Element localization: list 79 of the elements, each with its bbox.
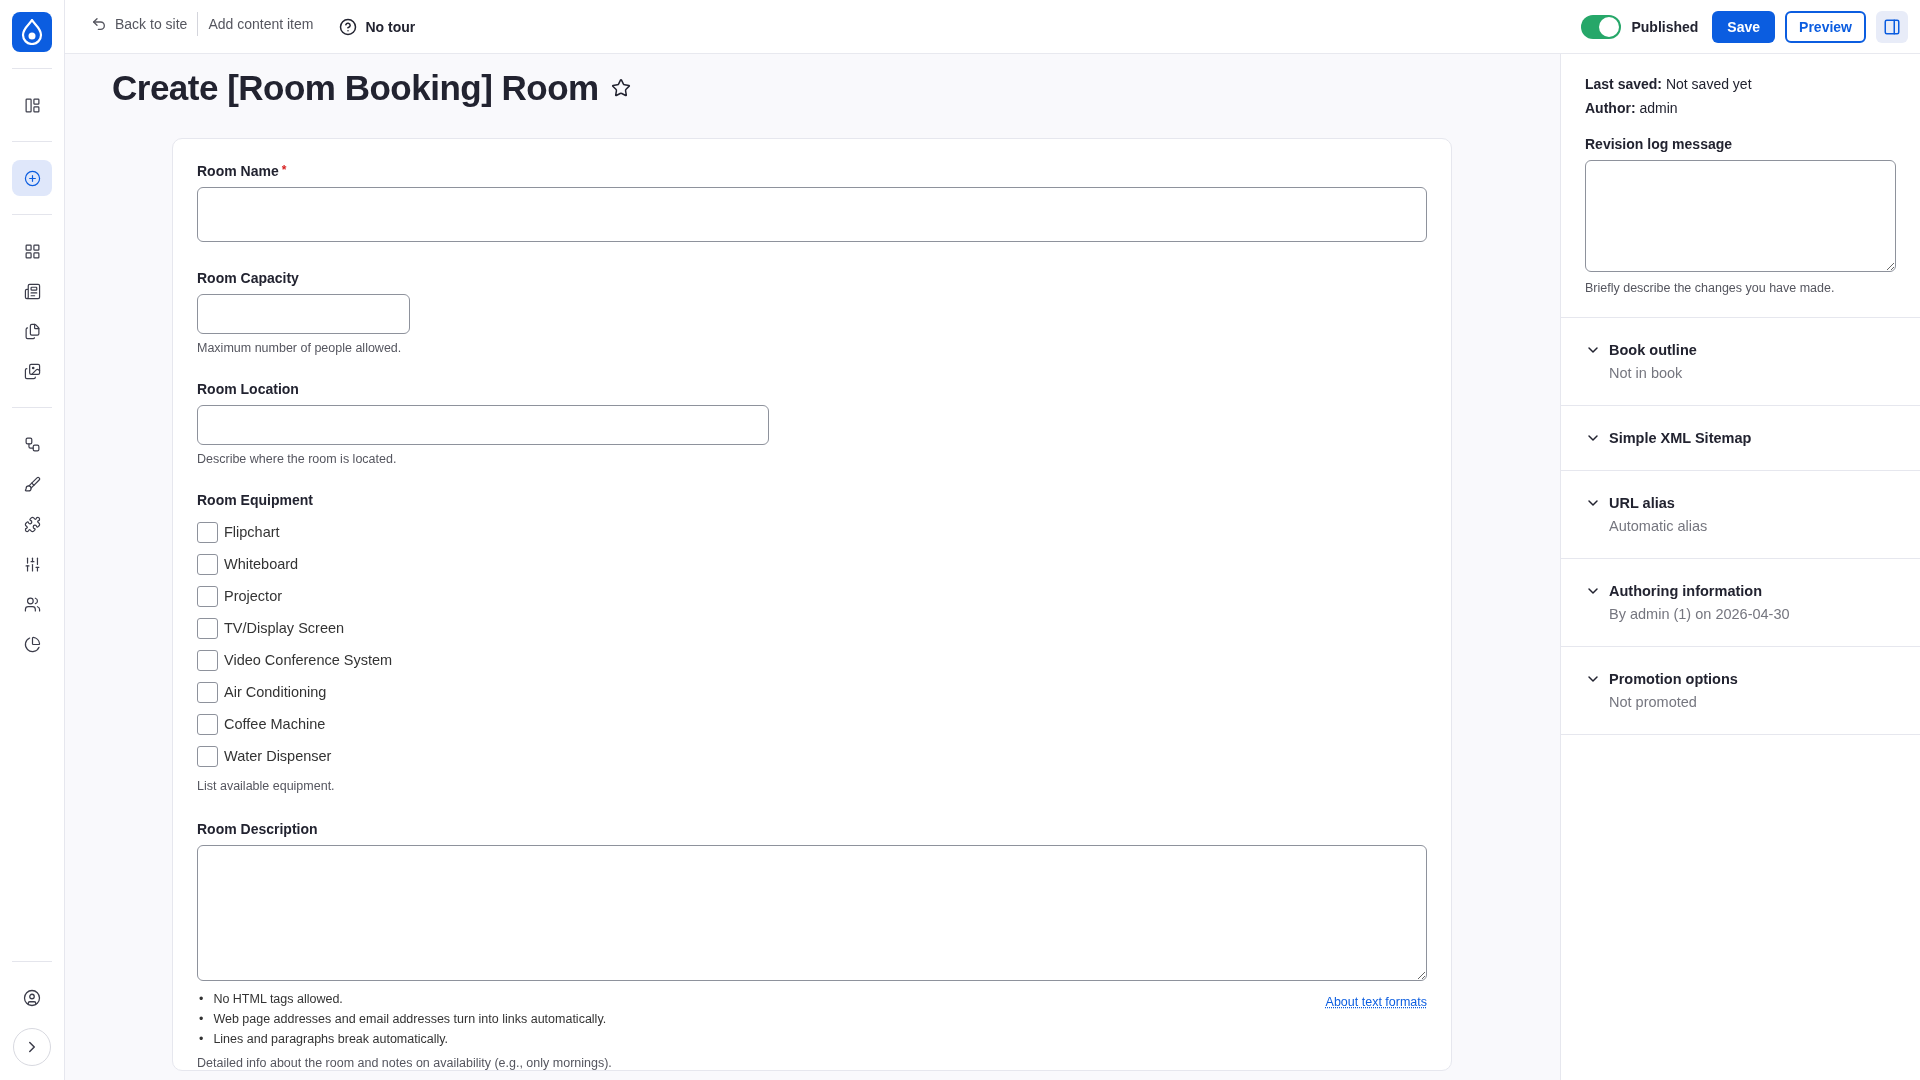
section-summary: Not promoted — [1609, 694, 1698, 710]
back-link[interactable]: Back to site — [81, 15, 198, 32]
checkbox-label: Whiteboard — [224, 556, 299, 572]
field-label: Revision log message — [1585, 136, 1734, 152]
text-formats-link[interactable]: About text formats — [1325, 995, 1427, 1009]
tour-button[interactable]: No tour — [333, 16, 422, 37]
users-icon — [23, 595, 41, 613]
format-tip: Lines and paragraphs break automatically. — [213, 1031, 449, 1048]
section-header[interactable]: Promotion options — [1585, 671, 1738, 687]
field-description: Briefly describe the changes you have made. — [1585, 281, 1836, 295]
logo-icon[interactable] — [12, 12, 52, 52]
save-button[interactable]: Save — [1712, 10, 1776, 43]
section-summary: Automatic alias — [1609, 518, 1709, 534]
published-label: Published — [1631, 18, 1699, 35]
breadcrumb-link[interactable]: Add content item — [198, 15, 324, 32]
last-saved-text: Last saved: Not saved yet — [1585, 76, 1753, 92]
required-marker: * — [281, 163, 287, 179]
bullet-mark: • — [199, 1031, 204, 1048]
star-icon[interactable] — [610, 78, 631, 98]
checkbox[interactable] — [197, 649, 218, 671]
section-header[interactable]: Simple XML Sitemap — [1585, 430, 1752, 446]
revision-log-input[interactable] — [1585, 160, 1896, 272]
back-arrow-icon — [91, 15, 107, 32]
bullet-mark: • — [199, 1011, 204, 1028]
field-label: Room Description — [197, 821, 318, 837]
format-tip: No HTML tags allowed. — [213, 991, 343, 1008]
published-toggle[interactable] — [1581, 14, 1622, 39]
textarea-input[interactable] — [197, 845, 1427, 981]
panel-icon — [1883, 17, 1901, 36]
sidebar-item[interactable] — [12, 160, 52, 196]
pages-icon — [23, 322, 41, 340]
text-input[interactable] — [197, 187, 1427, 242]
field-description: Maximum number of people allowed. — [197, 341, 403, 355]
field-label: Room Equipment — [197, 492, 313, 508]
add-icon — [23, 169, 41, 187]
section-summary: By admin (1) on 2026-04-30 — [1609, 606, 1791, 622]
checkbox[interactable] — [197, 617, 218, 639]
puzzle-icon — [23, 515, 41, 533]
list-icon — [23, 282, 41, 300]
section-header[interactable]: URL alias — [1585, 495, 1675, 511]
section-header[interactable]: Book outline — [1585, 342, 1697, 358]
image-icon — [23, 362, 41, 380]
checkbox[interactable] — [197, 713, 218, 735]
structure-icon — [23, 435, 41, 453]
section-header[interactable]: Authoring information — [1585, 583, 1763, 599]
pie-chart-icon — [23, 635, 41, 653]
checkbox-label: Water Dispenser — [224, 748, 332, 764]
text-input[interactable] — [197, 294, 410, 334]
page-title: Create [Room Booking] Room — [112, 68, 599, 108]
sliders-icon — [23, 555, 41, 573]
text-input[interactable] — [197, 405, 769, 445]
field-label: Room Name — [197, 163, 279, 179]
layout-icon — [23, 96, 41, 114]
checkbox-label: Projector — [224, 588, 283, 604]
checkbox[interactable] — [197, 745, 218, 767]
section-summary: Not in book — [1609, 365, 1684, 381]
grid-icon — [23, 242, 41, 260]
checkbox-label: TV/Display Screen — [224, 620, 345, 636]
preview-button[interactable]: Preview — [1785, 10, 1866, 43]
author-text: Author: admin — [1585, 100, 1679, 116]
checkbox-label: Coffee Machine — [224, 716, 326, 732]
help-icon — [339, 17, 358, 36]
user-icon — [23, 989, 41, 1007]
field-label: Room Location — [197, 381, 299, 397]
format-tip: Web page addresses and email addresses turn into links automatically. — [213, 1011, 607, 1028]
checkbox[interactable] — [197, 585, 218, 607]
checkbox-label: Air Conditioning — [224, 684, 327, 700]
sidebar-toggle-button[interactable] — [1876, 10, 1908, 43]
field-description: List available equipment. — [197, 779, 336, 793]
brush-icon — [23, 475, 41, 493]
checkbox[interactable] — [197, 553, 218, 575]
field-description: Describe where the room is located. — [197, 452, 398, 466]
bullet-mark: • — [199, 991, 204, 1008]
checkbox[interactable] — [197, 521, 218, 543]
field-description: Detailed info about the room and notes on availability (e.g., only mornings). — [197, 1056, 613, 1070]
checkbox[interactable] — [197, 681, 218, 703]
checkbox-label: Video Conference System — [224, 652, 393, 668]
checkbox-label: Flipchart — [224, 524, 280, 540]
field-label: Room Capacity — [197, 270, 299, 286]
